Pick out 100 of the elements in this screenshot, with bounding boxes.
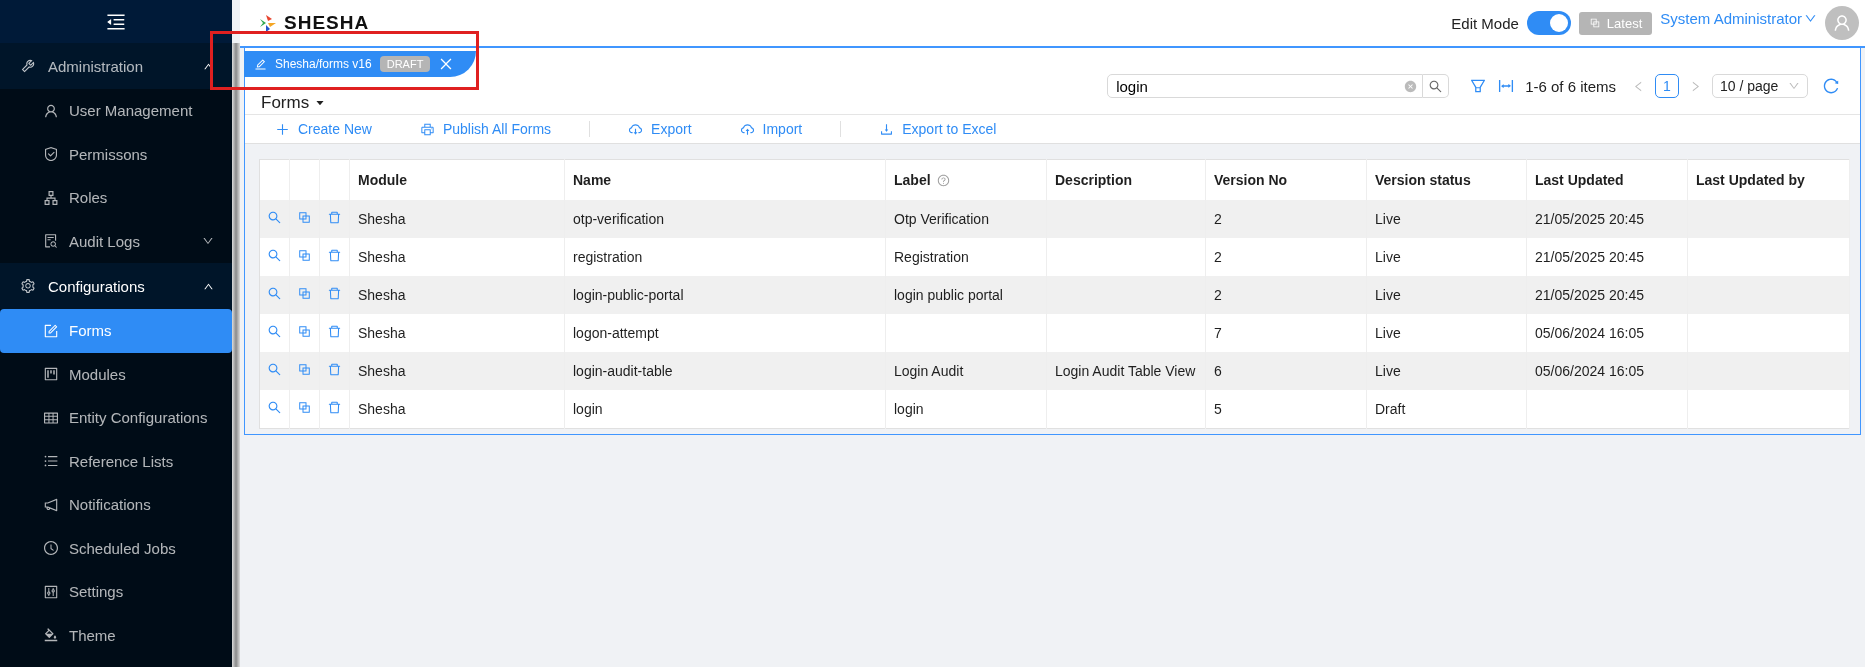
toolbar-button[interactable]: Export to Excel	[879, 121, 997, 137]
clock-icon	[43, 540, 59, 557]
menu-item[interactable]: Reference Lists	[0, 439, 232, 483]
menu-item[interactable]: Scheduled Jobs	[0, 526, 232, 570]
column-header[interactable]: Label	[885, 159, 1047, 200]
filter-button[interactable]	[1469, 77, 1488, 95]
view-button[interactable]	[267, 286, 282, 301]
search-field[interactable]: login	[1107, 74, 1424, 98]
trash-icon	[327, 400, 342, 415]
user-icon	[1832, 13, 1852, 33]
printer-icon	[419, 121, 435, 137]
copy-icon	[297, 324, 312, 339]
edit-mode-label: Edit Mode	[1451, 14, 1519, 32]
view-button[interactable]	[267, 248, 282, 263]
view-button[interactable]	[267, 400, 282, 415]
menu-item[interactable]: Notifications	[0, 483, 232, 527]
copy-icon	[297, 248, 312, 263]
scrollbar[interactable]	[232, 43, 240, 667]
table-cell: login	[564, 390, 886, 429]
table-cell: login	[885, 390, 1047, 429]
form-tab-title: Shesha/forms v16	[275, 57, 372, 71]
menu-item[interactable]: Entity Configurations	[0, 396, 232, 440]
view-button[interactable]	[267, 362, 282, 377]
edit-icon[interactable]	[254, 57, 267, 71]
delete-button[interactable]	[327, 248, 342, 263]
menu-group[interactable]: Configurations	[0, 263, 232, 309]
settings-icon	[20, 278, 36, 294]
table-cell: Shesha	[349, 390, 565, 429]
menu-item[interactable]: Roles	[0, 176, 232, 220]
column-header[interactable]: Version No	[1205, 159, 1367, 200]
chevron-down-icon	[1788, 80, 1800, 92]
refresh-icon	[1822, 77, 1840, 95]
table-cell: Draft	[1366, 390, 1527, 429]
column-header[interactable]: Description	[1046, 159, 1206, 200]
duplicate-button[interactable]	[297, 324, 312, 339]
menu-group-label: Administration	[48, 57, 145, 75]
logo: SHESHA	[258, 12, 370, 34]
menu-group[interactable]: Administration	[0, 43, 232, 89]
column-header[interactable]: Version status	[1366, 159, 1527, 200]
menu-item[interactable]: Audit Logs	[0, 219, 232, 263]
delete-button[interactable]	[327, 362, 342, 377]
copy-icon	[297, 400, 312, 415]
duplicate-button[interactable]	[297, 286, 312, 301]
column-header[interactable]: Last Updated	[1526, 159, 1688, 200]
trash-icon	[327, 210, 342, 225]
wrench-icon	[20, 58, 36, 74]
user-menu[interactable]: System Administrator	[1660, 9, 1817, 27]
search-icon	[267, 248, 282, 263]
toolbar-button[interactable]: Create New	[275, 121, 372, 137]
plus-icon	[275, 121, 290, 137]
refresh-button[interactable]	[1822, 77, 1840, 95]
delete-button[interactable]	[327, 210, 342, 225]
duplicate-button[interactable]	[297, 210, 312, 225]
menu-item[interactable]: Permissons	[0, 132, 232, 176]
megaphone-icon	[43, 496, 59, 513]
trash-icon	[327, 286, 342, 301]
trash-icon	[327, 362, 342, 377]
shield-icon	[43, 146, 59, 163]
page-title[interactable]: Forms	[261, 93, 326, 112]
hierarchy-icon	[43, 189, 59, 206]
page-size-select[interactable]: 10 / page	[1712, 74, 1808, 98]
edit-mode-switch[interactable]	[1526, 11, 1571, 35]
duplicate-button[interactable]	[297, 400, 312, 415]
user-icon	[43, 102, 59, 119]
document-icon	[43, 233, 59, 250]
search-icon	[267, 362, 282, 377]
search-icon	[267, 210, 282, 225]
module-icon	[43, 366, 59, 383]
menu-item[interactable]: Settings	[0, 570, 232, 614]
column-header[interactable]: Module	[349, 159, 565, 200]
view-button[interactable]	[267, 210, 282, 225]
menu-item[interactable]: Modules	[0, 352, 232, 396]
delete-button[interactable]	[327, 400, 342, 415]
download-icon	[879, 121, 895, 137]
search-icon	[1428, 78, 1444, 94]
columns-icon	[1497, 77, 1516, 95]
menu-item[interactable]: Theme	[0, 613, 232, 657]
sliders-icon	[43, 583, 59, 600]
search-icon	[267, 286, 282, 301]
delete-button[interactable]	[327, 286, 342, 301]
duplicate-button[interactable]	[297, 248, 312, 263]
paint-bucket-icon	[43, 627, 59, 644]
status-badge: DRAFT	[379, 56, 431, 72]
filter-icon	[1469, 77, 1488, 95]
clear-icon[interactable]	[1404, 80, 1418, 93]
columns-button[interactable]	[1497, 77, 1516, 95]
trash-icon	[327, 324, 342, 339]
column-header[interactable]: Last Updated by	[1687, 159, 1850, 200]
copy-icon	[297, 362, 312, 377]
duplicate-button[interactable]	[297, 362, 312, 377]
cloud-download-icon	[628, 121, 644, 137]
search-icon	[267, 324, 282, 339]
menu-item[interactable]: User Management	[0, 89, 232, 133]
edit-icon	[43, 322, 59, 339]
delete-button[interactable]	[327, 324, 342, 339]
search-button[interactable]	[1423, 74, 1450, 98]
avatar[interactable]	[1825, 6, 1859, 40]
view-button[interactable]	[267, 324, 282, 339]
column-header[interactable]: Name	[564, 159, 886, 200]
copy-icon	[297, 286, 312, 301]
